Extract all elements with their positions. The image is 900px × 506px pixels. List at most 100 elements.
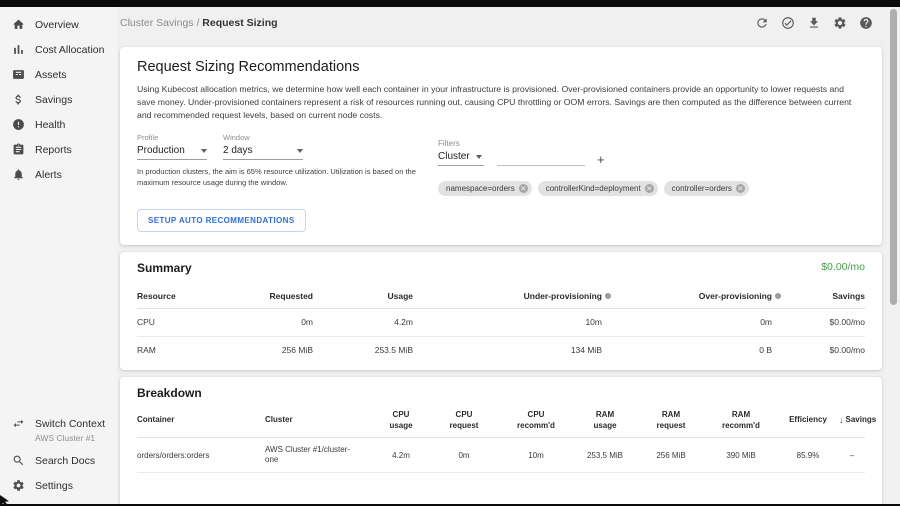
column-header[interactable]: CPUrecomm'd	[499, 409, 573, 431]
dollar-icon	[12, 93, 25, 106]
resource-cell: RAM	[137, 345, 227, 355]
sidebar-item-alerts[interactable]: Alerts	[0, 162, 117, 187]
over-provisioning-cell: 0 B	[611, 345, 781, 355]
column-header[interactable]: CPUusage	[373, 409, 429, 431]
profile-select-group: Profile Production	[137, 133, 207, 160]
sidebar-item-savings[interactable]: Savings	[0, 87, 117, 112]
bell-icon	[12, 168, 25, 181]
under-provisioning-cell: 10m	[413, 317, 611, 327]
under-provisioning-cell: 134 MiB	[413, 345, 611, 355]
sidebar-item-label: Search Docs	[35, 455, 95, 467]
sidebar-item-settings[interactable]: Settings	[0, 473, 117, 498]
column-header: Cluster	[265, 415, 373, 424]
cpu-usage-cell: 4.2m	[373, 451, 429, 460]
column-header[interactable]: CPUrequest	[429, 409, 499, 431]
sidebar-item-label: Overview	[35, 19, 79, 31]
requested-cell: 0m	[227, 317, 313, 327]
gear-icon[interactable]	[833, 16, 847, 30]
column-header[interactable]: RAMusage	[573, 409, 637, 431]
setup-auto-recommendations-button[interactable]: SETUP AUTO RECOMMENDATIONS	[137, 209, 306, 232]
profile-select[interactable]: Production	[137, 145, 207, 160]
filter-chip: namespace=orders ✕	[438, 181, 532, 196]
profile-window-controls: Profile Production Window 2 days In prod…	[137, 133, 437, 188]
breadcrumb: Cluster Savings / Request Sizing	[120, 17, 278, 29]
column-header: Under-provisioning	[413, 291, 611, 301]
download-icon[interactable]	[807, 16, 821, 30]
table-row: CPU 0m 4.2m 10m 0m $0.00/mo	[137, 309, 865, 337]
sidebar-item-reports[interactable]: Reports	[0, 137, 117, 162]
window-label: Window	[223, 133, 303, 142]
filter-chip-label: controllerKind=deployment	[546, 184, 641, 193]
sidebar-item-cost-allocation[interactable]: Cost Allocation	[0, 37, 117, 62]
column-header: Usage	[313, 291, 413, 301]
savings-cell: –	[839, 451, 865, 460]
page-title: Request Sizing Recommendations	[137, 59, 359, 75]
column-header-savings[interactable]: ↓ Savings	[839, 415, 876, 425]
scrollbar-track[interactable]	[887, 7, 900, 504]
sidebar-item-search-docs[interactable]: Search Docs	[0, 448, 117, 473]
profile-value: Production	[137, 145, 185, 156]
help-icon[interactable]	[859, 16, 873, 30]
filter-type-value: Cluster	[438, 151, 470, 162]
filters-section: Filters Cluster + namespace=orders ✕ con…	[438, 133, 749, 196]
sidebar-item-switch-context[interactable]: Switch Context AWS Cluster #1	[0, 409, 117, 448]
sidebar-item-label: Assets	[35, 69, 67, 81]
summary-card: Summary $0.00/mo Resource Requested Usag…	[120, 252, 882, 370]
sidebar: Overview Cost Allocation Assets Savings …	[0, 7, 117, 504]
savings-cell: $0.00/mo	[781, 317, 865, 327]
summary-total-savings: $0.00/mo	[821, 261, 865, 273]
chip-close-icon[interactable]: ✕	[519, 184, 528, 193]
window-select-group: Window 2 days	[223, 133, 303, 160]
sidebar-item-health[interactable]: Health	[0, 112, 117, 137]
filter-type-select[interactable]: Cluster	[438, 151, 484, 166]
page-description: Using Kubecost allocation metrics, we de…	[137, 83, 864, 122]
filters-label: Filters	[438, 139, 460, 148]
column-header: Requested	[227, 291, 313, 301]
refresh-icon[interactable]	[755, 16, 769, 30]
sidebar-nav-list: Overview Cost Allocation Assets Savings …	[0, 12, 117, 187]
toolbar-icons	[755, 16, 873, 30]
window-top-bar	[0, 0, 900, 7]
window-select[interactable]: 2 days	[223, 145, 303, 160]
sidebar-item-assets[interactable]: Assets	[0, 62, 117, 87]
column-header[interactable]: RAMrequest	[637, 409, 705, 431]
sort-desc-icon: ↓	[839, 415, 844, 425]
breadcrumb-separator: /	[196, 17, 199, 29]
table-row[interactable]: orders/orders:orders AWS Cluster #1/clus…	[137, 438, 865, 473]
column-header-label: Under-provisioning	[524, 291, 602, 301]
breakdown-card: Breakdown Container Cluster CPUusage CPU…	[120, 377, 882, 506]
table-row: RAM 256 MiB 253.5 MiB 134 MiB 0 B $0.00/…	[137, 337, 865, 365]
column-header[interactable]: Efficiency	[777, 415, 839, 424]
sidebar-bottom: Switch Context AWS Cluster #1 Search Doc…	[0, 409, 117, 498]
request-sizing-card: Request Sizing Recommendations Using Kub…	[120, 47, 882, 245]
sidebar-item-label: Savings	[35, 94, 72, 106]
chevron-down-icon	[297, 149, 303, 153]
breadcrumb-parent[interactable]: Cluster Savings	[120, 17, 194, 29]
requested-cell: 256 MiB	[227, 345, 313, 355]
filter-value-input[interactable]	[497, 151, 585, 166]
sidebar-item-label: Alerts	[35, 169, 62, 181]
scrollbar-thumb[interactable]	[890, 9, 897, 305]
breadcrumb-current: Request Sizing	[202, 17, 277, 29]
filter-chips: namespace=orders ✕ controllerKind=deploy…	[438, 181, 749, 196]
check-circle-icon[interactable]	[781, 16, 795, 30]
container-cell: orders/orders:orders	[137, 451, 265, 460]
cluster-cell: AWS Cluster #1/cluster-one	[265, 445, 373, 465]
column-header[interactable]: RAMrecomm'd	[705, 409, 777, 431]
profile-help-text: In production clusters, the aim is 65% r…	[137, 166, 429, 188]
sidebar-item-label: Settings	[35, 480, 73, 492]
assets-icon	[12, 68, 25, 81]
efficiency-cell: 85.9%	[777, 451, 839, 460]
ram-request-cell: 256 MiB	[637, 451, 705, 460]
ram-usage-cell: 253.5 MiB	[573, 451, 637, 460]
mouse-cursor	[0, 495, 10, 506]
gear-icon	[12, 479, 25, 492]
cpu-recommended-cell: 10m	[499, 451, 573, 460]
column-header-label: Savings	[846, 415, 877, 424]
sidebar-item-label: Cost Allocation	[35, 44, 104, 56]
breakdown-title: Breakdown	[137, 386, 202, 400]
chip-close-icon[interactable]: ✕	[736, 184, 745, 193]
add-filter-button[interactable]: +	[597, 154, 605, 166]
sidebar-item-overview[interactable]: Overview	[0, 12, 117, 37]
chip-close-icon[interactable]: ✕	[645, 184, 654, 193]
